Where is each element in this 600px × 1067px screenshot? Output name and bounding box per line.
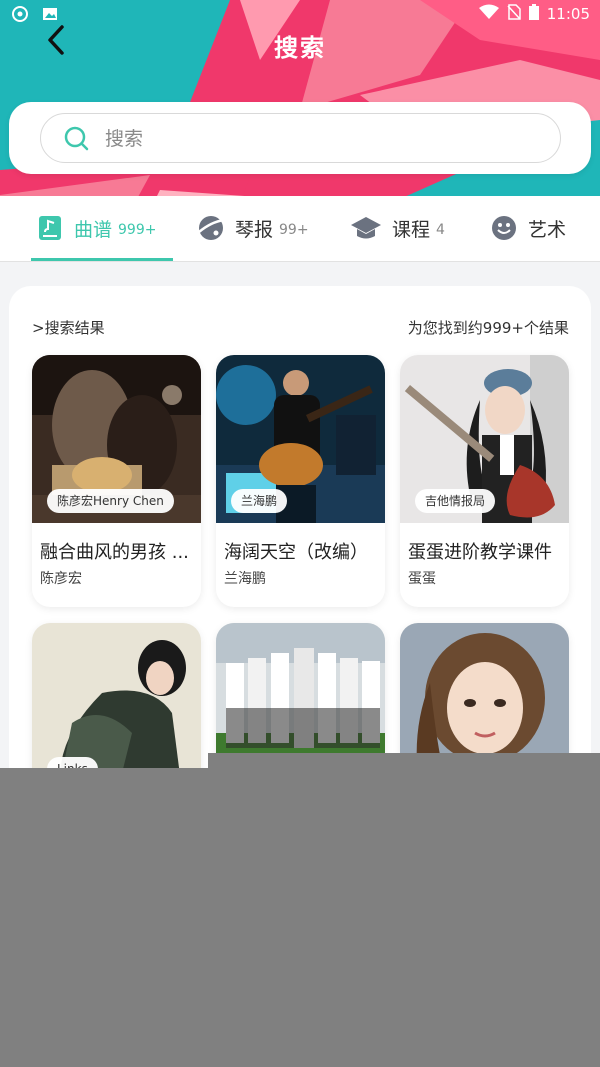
image-notification-icon — [42, 6, 58, 22]
tab-label: 曲谱 — [74, 218, 113, 241]
search-icon — [64, 126, 89, 151]
card-author: 兰海鹏 — [224, 571, 266, 587]
results-panel: >搜索结果 为您找到约999+个结果 陈彦宏Henry Chen 融合曲风的男孩… — [9, 286, 591, 875]
search-box[interactable] — [40, 113, 561, 163]
status-time: 11:05 — [546, 5, 590, 23]
results-summary: 为您找到约999+个结果 — [407, 319, 569, 337]
planet-icon — [198, 216, 225, 240]
redaction-overlay — [0, 768, 600, 1067]
result-card[interactable]: 吉他情报局 蛋蛋进阶教学课件 蛋蛋 — [400, 355, 569, 607]
wifi-icon — [478, 4, 499, 24]
card-title: 蛋蛋进阶教学课件 — [408, 542, 552, 563]
search-card — [9, 102, 591, 174]
category-tabs: 曲谱 999+ 琴报 99+ 课程 4 艺术 — [0, 196, 600, 262]
tab-news[interactable]: 琴报 99+ — [197, 210, 309, 246]
search-input[interactable] — [105, 124, 525, 154]
tab-count: 999+ — [118, 221, 157, 238]
app-notification-icon — [12, 6, 28, 22]
no-sim-icon — [507, 4, 521, 24]
card-title: 海阔天空（改编） — [224, 542, 368, 563]
status-bar: 11:05 — [0, 0, 600, 30]
tab-label: 课程 — [392, 218, 431, 241]
card-author: 蛋蛋 — [408, 571, 436, 587]
results-heading: >搜索结果 — [32, 319, 105, 337]
tab-label: 琴报 — [235, 218, 274, 241]
tab-label: 艺术 — [528, 218, 567, 241]
tab-count: 4 — [436, 221, 445, 238]
page-title: 搜索 — [274, 34, 326, 62]
result-card[interactable]: 陈彦宏Henry Chen 融合曲风的男孩 ... 陈彦宏 — [32, 355, 201, 607]
tab-courses[interactable]: 课程 4 — [350, 210, 445, 246]
score-icon — [39, 216, 61, 240]
artist-tag: 兰海鹏 — [231, 489, 288, 513]
battery-icon — [528, 4, 539, 24]
artist-tag: 吉他情报局 — [415, 489, 496, 513]
artist-tag: 陈彦宏Henry Chen — [47, 489, 174, 513]
result-card[interactable]: 兰海鹏 海阔天空（改编） 兰海鹏 — [216, 355, 385, 607]
card-title: 融合曲风的男孩 ... — [40, 542, 189, 563]
tab-scores[interactable]: 曲谱 999+ — [36, 210, 156, 246]
active-tab-indicator — [31, 258, 173, 261]
card-author: 陈彦宏 — [40, 571, 82, 587]
tab-count: 99+ — [279, 221, 309, 238]
graduation-cap-icon — [351, 217, 381, 239]
redaction-overlay-top — [208, 753, 600, 769]
smile-icon — [492, 216, 516, 240]
tab-art[interactable]: 艺术 — [490, 210, 566, 246]
